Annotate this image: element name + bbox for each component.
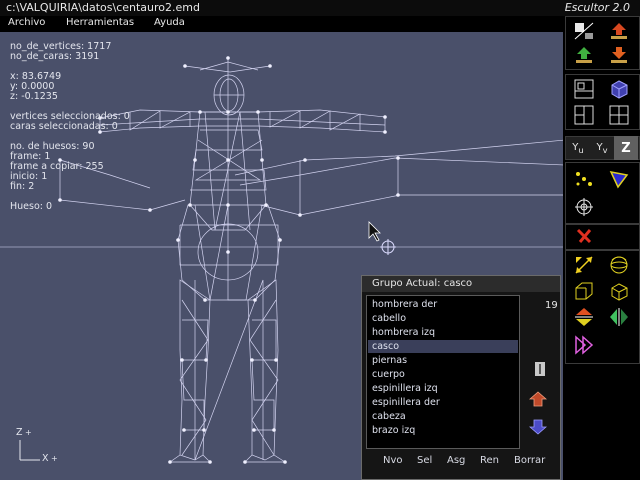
download-red-icon [611,23,627,39]
open-button[interactable] [569,43,599,67]
axis-z-button[interactable]: Z [614,136,638,160]
file-tools-group [565,16,640,70]
axis-u-button[interactable]: Yu [566,136,590,160]
layout-split-icon [574,105,594,125]
target-icon [575,198,593,216]
import-button[interactable] [604,19,634,43]
group-panel-title: Grupo Actual: casco [362,276,560,292]
delete-button[interactable] [569,224,599,248]
tool-palette: Yu Yv Z [563,16,640,480]
info-fin: fin: 2 [10,181,35,192]
menu-ayuda[interactable]: Ayuda [154,16,185,30]
mirror-vertical-button[interactable] [569,305,599,329]
menu-archivo[interactable]: Archivo [8,16,45,30]
list-item[interactable]: espinillera izq [368,382,518,395]
axis-z-label: Z [16,427,23,438]
delete-x-icon [576,228,592,244]
axis-tools-group: Yu Yv Z [565,136,640,160]
list-item[interactable]: cabeza [368,410,518,423]
layout-quad-icon [609,105,629,125]
file-path: c:\VALQUIRIA\datos\centauro2.emd [6,1,200,14]
select-bone-button[interactable] [569,195,599,219]
list-item[interactable]: espinillera der [368,396,518,409]
move-tool-button[interactable] [569,253,599,277]
axis-x-plus: + [51,454,58,463]
layout-single-icon [574,79,594,99]
info-caras-seleccionadas: caras seleccionadas: 0 [10,121,118,132]
axis-z-plus: + [25,428,32,437]
axis-v-label: Yv [596,141,608,155]
seleccionar-button[interactable]: Sel [417,455,432,466]
list-item[interactable]: hombrera izq [368,326,518,339]
nuevo-button[interactable]: Nvo [383,455,403,466]
list-item[interactable]: hombrera der [368,298,518,311]
arrow-down-icon [529,419,547,435]
trash-icon [535,362,545,376]
title-bar: c:\VALQUIRIA\datos\centauro2.emd Esculto… [0,0,640,16]
renombrar-button[interactable]: Ren [480,455,499,466]
new-button[interactable] [569,19,599,43]
flip-arrows-icon [575,335,594,355]
trash-button[interactable] [530,360,550,378]
move-up-button[interactable] [528,390,548,408]
split-view-button[interactable] [569,103,599,127]
axis-z-toggle-label: Z [621,140,631,156]
transform-tools-group [565,250,640,364]
box-frame-icon [575,282,593,300]
move-arrows-icon [575,256,593,274]
group-count: 19 [545,300,558,311]
app-name: Escultor 2.0 [564,1,630,14]
cube-vertices-icon [611,283,628,301]
select-tools-group [565,162,640,224]
borrar-button[interactable]: Borrar [514,455,545,466]
3d-viewport[interactable]: no_de_vertices: 1717 no_de_caras: 3191 x… [0,32,563,480]
mirror-vertical-icon [575,308,593,326]
delete-tools-group [565,224,640,250]
single-view-button[interactable] [569,77,599,101]
rotate-tool-button[interactable] [604,253,634,277]
menu-herramientas[interactable]: Herramientas [66,16,134,30]
group-list[interactable]: hombrera der cabello hombrera izq casco … [366,295,520,449]
arrow-up-icon [529,391,547,407]
list-item-selected[interactable]: casco [368,340,518,353]
list-item[interactable]: cuerpo [368,368,518,381]
perspective-view-button[interactable] [604,77,634,101]
triangle-icon [609,170,629,189]
axis-u-label: Yu [572,141,584,155]
mirror-horizontal-button[interactable] [604,305,634,329]
flip-button[interactable] [569,333,599,357]
info-z: z: -0.1235 [10,91,58,102]
rotate-sphere-icon [610,256,628,274]
list-item[interactable]: brazo izq [368,424,518,437]
menu-bar: Archivo Herramientas Ayuda [0,16,565,32]
select-vertices-button[interactable] [569,167,599,191]
extrude-tool-button[interactable] [569,279,599,303]
axis-v-button[interactable]: Yv [590,136,614,160]
move-down-button[interactable] [528,418,548,436]
quad-view-button[interactable] [604,103,634,127]
group-panel: Grupo Actual: casco hombrera der cabello… [361,275,561,480]
mirror-horizontal-icon [610,308,628,326]
axis-x-label: X [42,453,49,464]
download-orange-icon [611,47,627,63]
info-hueso: Hueso: 0 [10,201,53,212]
list-item[interactable]: piernas [368,354,518,367]
scale-tool-button[interactable] [604,279,634,303]
vertices-icon [576,172,592,186]
upload-green-icon [576,47,592,63]
select-faces-button[interactable] [604,167,634,191]
list-item[interactable]: cabello [368,312,518,325]
info-caras: no_de_caras: 3191 [10,51,100,62]
new-file-icon [574,22,594,40]
save-button[interactable] [604,43,634,67]
asignar-button[interactable]: Asg [447,455,465,466]
cube-icon [611,80,628,99]
view-tools-group [565,74,640,130]
